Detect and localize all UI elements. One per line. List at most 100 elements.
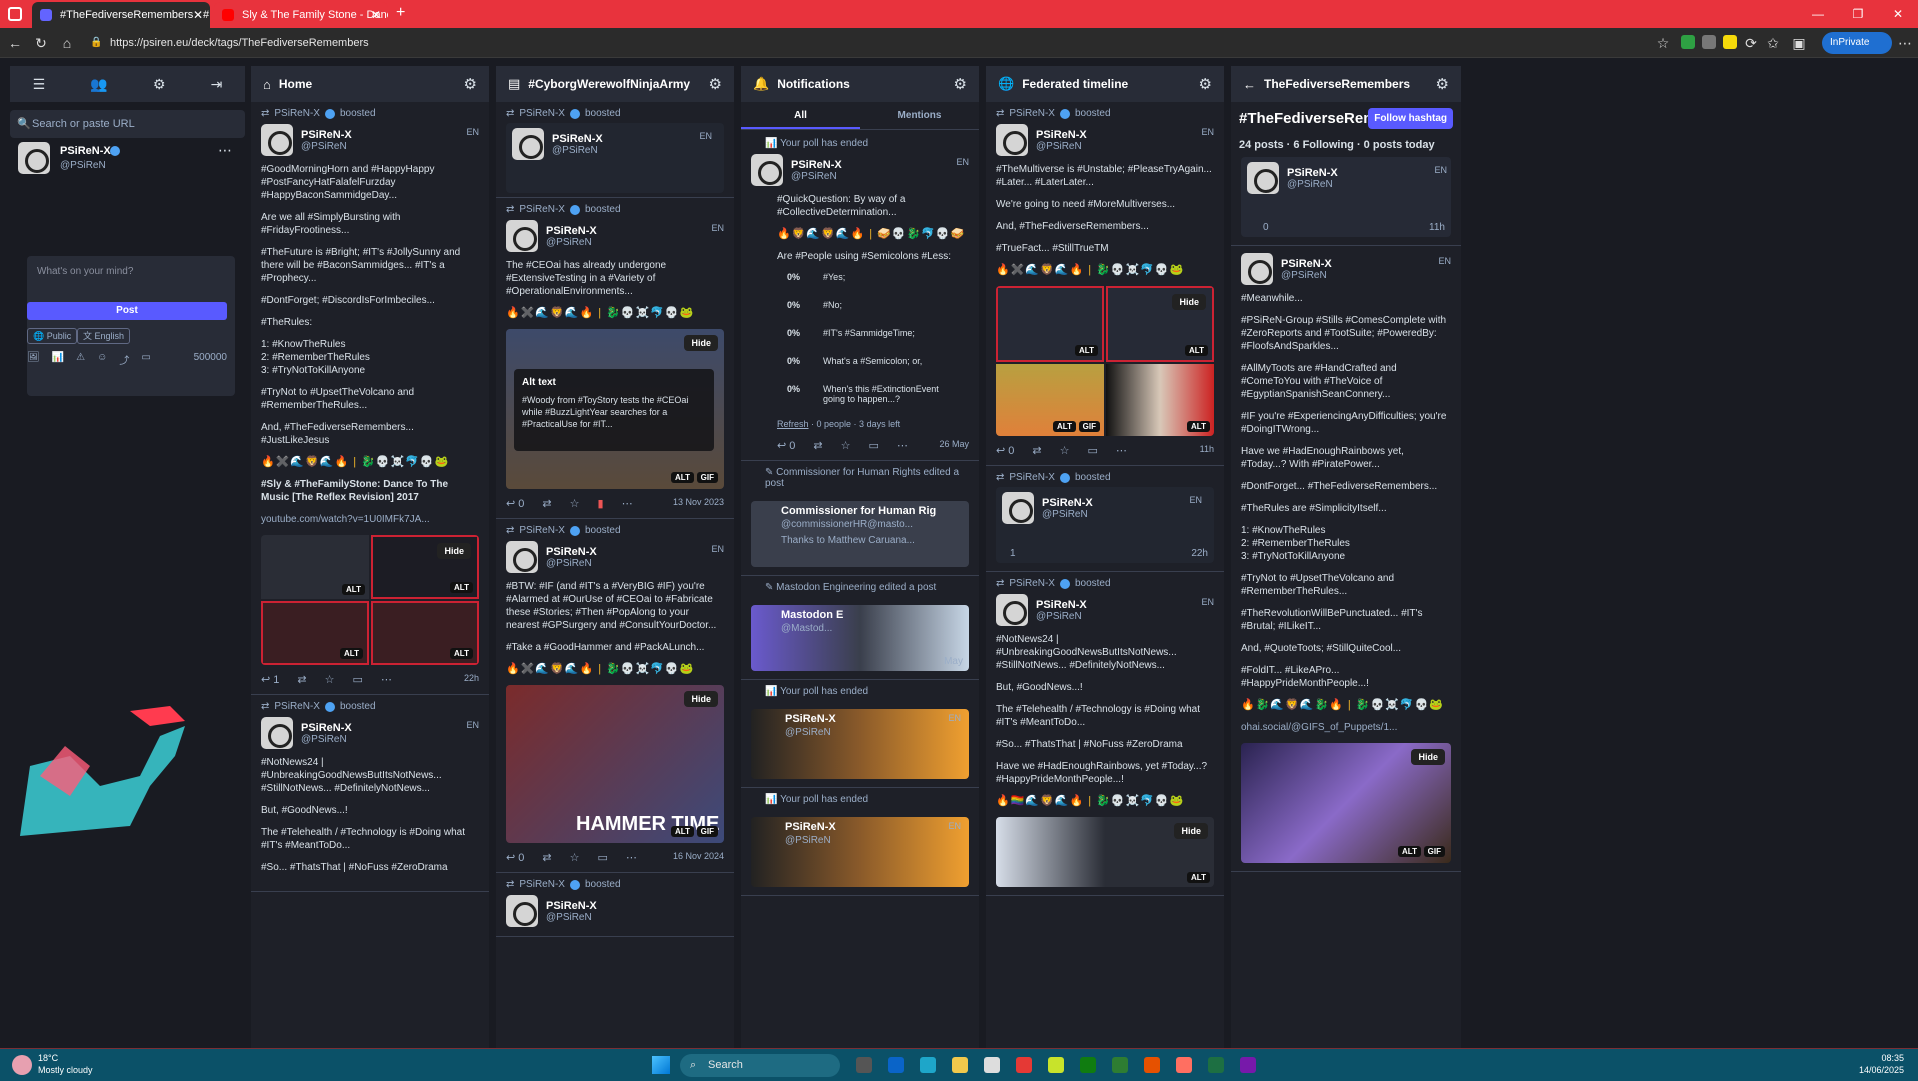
tab-close-icon[interactable]: ✕ — [371, 2, 381, 28]
column-settings-icon[interactable]: ⚙ — [709, 75, 722, 93]
share-icon[interactable]: ⤴ — [119, 352, 129, 367]
bookmark-button[interactable]: ▭ — [869, 439, 879, 452]
bookmark-button[interactable]: ▮ — [598, 497, 604, 510]
media-gif[interactable]: Hide ALT GIF — [1241, 743, 1451, 863]
column-header[interactable]: ⌂ Home ⚙ — [251, 66, 489, 102]
avatar[interactable] — [512, 128, 544, 160]
bookmark-button[interactable]: ▭ — [1088, 444, 1098, 457]
reply-button[interactable]: ↩ 0 — [777, 439, 795, 452]
outlook-icon[interactable] — [888, 1057, 904, 1073]
bookmark-button[interactable]: ▭ — [353, 673, 363, 686]
url-field[interactable]: 🔒 https://psiren.eu/deck/tags/TheFediver… — [90, 32, 1646, 54]
app-icon[interactable] — [1144, 1057, 1160, 1073]
alt-badge[interactable]: ALT — [1053, 421, 1076, 432]
booster-name[interactable]: PSiReN-X — [519, 525, 565, 536]
extensions-icon[interactable]: ⟳ — [1742, 34, 1760, 52]
reply-button[interactable]: ↩ 0 — [506, 497, 524, 510]
media-thumbnail[interactable]: Hide ALT — [371, 535, 479, 599]
alt-badge[interactable]: ALT — [1398, 846, 1421, 857]
alt-badge[interactable]: ALT — [1075, 345, 1098, 356]
more-button[interactable]: ⋯ — [381, 673, 392, 686]
more-button[interactable]: ⋯ — [1116, 444, 1127, 457]
favourite-button[interactable]: ☆ — [570, 497, 580, 510]
file-explorer-icon[interactable] — [952, 1057, 968, 1073]
avatar[interactable] — [996, 124, 1028, 156]
favorites-icon[interactable]: ✩ — [1764, 34, 1782, 52]
clock-time[interactable]: 08:35 — [1881, 1053, 1904, 1063]
status-preview-image[interactable]: PSiReN-X @PSiReN EN — [751, 817, 969, 887]
column-header[interactable]: ▤ #CyborgWerewolfNinjaArmy ⚙ — [496, 66, 734, 102]
media-gallery[interactable]: ALT Hide ALT ALT ALT — [261, 535, 479, 665]
status-author[interactable]: PSiReN-X @PSiReN EN — [506, 540, 724, 574]
hide-media-button[interactable]: Hide — [684, 691, 718, 707]
status-author[interactable]: PSiReN-X @PSiReN EN — [1002, 491, 1202, 525]
status-author[interactable]: PSiReN-X @PSiReN EN — [1247, 161, 1447, 195]
avatar[interactable] — [506, 541, 538, 573]
status-author[interactable]: PSiReN-X @PSiReN EN — [261, 123, 479, 157]
hide-media-button[interactable]: Hide — [684, 335, 718, 351]
booster-name[interactable]: PSiReN-X — [519, 204, 565, 215]
minimize-icon[interactable]: — — [1798, 0, 1838, 28]
status-preview-image[interactable]: Commissioner for Human Rig @commissioner… — [751, 501, 969, 567]
status-link[interactable]: youtube.com/watch?v=1U0IMFk7JA... — [261, 513, 479, 526]
reply-button[interactable]: ↩ 0 — [506, 851, 524, 864]
column-settings-icon[interactable]: ⚙ — [1199, 75, 1212, 93]
alt-badge[interactable]: ALT — [450, 582, 473, 593]
avatar[interactable] — [506, 220, 538, 252]
tab-close-icon[interactable]: ✕ — [193, 2, 203, 28]
avatar[interactable] — [996, 594, 1028, 626]
media-gallery[interactable]: ALT Hide ALT ALT GIF ALT — [996, 286, 1214, 436]
media-thumbnail[interactable]: Hide ALT — [1106, 286, 1214, 362]
alt-badge[interactable]: ALT — [1185, 345, 1208, 356]
hide-media-button[interactable]: Hide — [1174, 823, 1208, 839]
favorite-star-icon[interactable]: ☆ — [1654, 34, 1672, 52]
media-thumbnail[interactable]: ALT GIF — [996, 364, 1104, 436]
tab-mentions[interactable]: Mentions — [860, 102, 979, 129]
status-time[interactable]: 13 Nov 2023 — [673, 497, 724, 507]
status[interactable]: ⇄ PSiReN-X boosted PSiReN-X @PSiReN EN The … — [496, 198, 734, 519]
column-header[interactable]: ← TheFediverseRemembers ⚙ — [1231, 66, 1461, 102]
app-icon[interactable] — [1048, 1057, 1064, 1073]
tab-all[interactable]: All — [741, 102, 860, 129]
favourite-button[interactable]: ☆ — [841, 439, 851, 452]
snipping-tool-icon[interactable] — [984, 1057, 1000, 1073]
people-icon[interactable]: 👥 — [90, 76, 107, 93]
status-time[interactable]: 16 Nov 2024 — [673, 851, 724, 861]
visibility-selector[interactable]: 🌐 Public — [27, 328, 78, 344]
chart-app-icon[interactable] — [1112, 1057, 1128, 1073]
weather-temp[interactable]: 18°C — [38, 1053, 58, 1063]
status-author[interactable]: PSiReN-X @PSiReN EN — [1241, 252, 1451, 286]
clock-date[interactable]: 14/06/2025 — [1859, 1065, 1904, 1075]
status[interactable]: ⇄ PSiReN-X boosted PSiReN-X @PSiReN EN #BTW… — [496, 519, 734, 873]
avatar[interactable] — [261, 717, 293, 749]
boost-button[interactable]: ⇄ — [542, 497, 551, 510]
home-icon[interactable]: ⌂ — [58, 34, 76, 52]
poll-icon[interactable]: 📊 — [52, 352, 64, 367]
column-settings-icon[interactable]: ⚙ — [1436, 75, 1449, 93]
browser-tab-active[interactable]: #TheFediverseRemembers - #M... ✕ — [32, 2, 210, 28]
profile-name[interactable]: PSiReN-X — [60, 145, 111, 157]
status-time[interactable]: 22h — [464, 673, 479, 683]
column-header[interactable]: 🌐 Federated timeline ⚙ — [986, 66, 1224, 102]
menu-icon[interactable]: ☰ — [33, 76, 46, 93]
favourite-button[interactable]: ☆ — [570, 851, 580, 864]
favourite-button[interactable]: ☆ — [1060, 444, 1070, 457]
inprivate-badge[interactable]: InPrivate — [1822, 32, 1892, 54]
app-icon[interactable] — [1016, 1057, 1032, 1073]
status-preview-image[interactable]: PSiReN-X @PSiReN EN 0 11h — [1241, 157, 1451, 237]
media-thumbnail[interactable]: ALT — [371, 601, 479, 665]
status[interactable]: ⇄ PSiReN-X boosted PSiReN-X @PSiReN EN #The… — [986, 102, 1224, 466]
close-window-icon[interactable]: ✕ — [1878, 0, 1918, 28]
alt-badge[interactable]: ALT — [1187, 872, 1210, 883]
column-settings-icon[interactable]: ⚙ — [954, 75, 967, 93]
refresh-icon[interactable]: ↻ — [32, 34, 50, 52]
status[interactable]: ⇄ PSiReN-X boosted PSiReN-X @PSiReN EN #Not… — [251, 695, 489, 892]
status[interactable]: ⇄ PSiReN-X boosted PSiReN-X @PSiReN EN — [496, 102, 734, 198]
bookmark-button[interactable]: ▭ — [598, 851, 608, 864]
column-header[interactable]: 🔔 Notifications ⚙ — [741, 66, 979, 102]
taskbar-search[interactable]: ⌕ Search — [680, 1054, 840, 1077]
back-icon[interactable]: ← — [6, 34, 24, 52]
avatar[interactable] — [261, 124, 293, 156]
media-thumbnail[interactable]: ALT — [996, 286, 1104, 362]
follow-hashtag-button[interactable]: Follow hashtag — [1368, 108, 1453, 129]
